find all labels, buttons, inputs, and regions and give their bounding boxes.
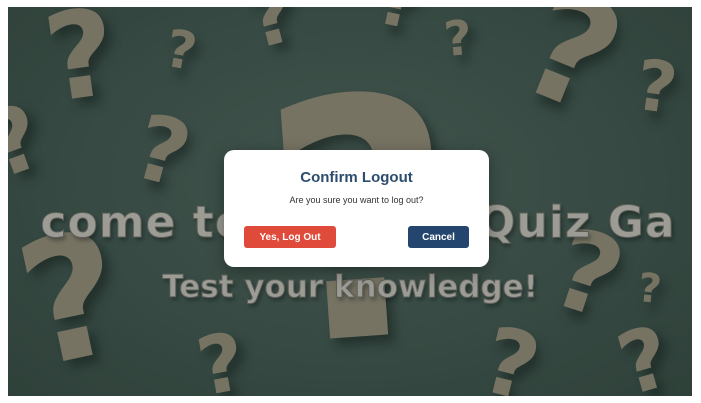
cancel-button[interactable]: Cancel [408,226,469,248]
dialog-title: Confirm Logout [300,169,413,186]
welcome-title-left: come to [40,197,247,249]
dialog-message: Are you sure you want to log out? [289,195,424,205]
confirm-logout-button[interactable]: Yes, Log Out [244,226,336,248]
app-viewport: ? ? ? ? ? ? ? ? ? ? ? ? ? ? ? ? come toQ… [8,7,692,396]
welcome-subtitle: Test your knowledge! [162,269,539,306]
logout-confirm-dialog: Confirm Logout Are you sure you want to … [224,150,489,267]
welcome-title-right: Quiz Ga [478,197,676,249]
